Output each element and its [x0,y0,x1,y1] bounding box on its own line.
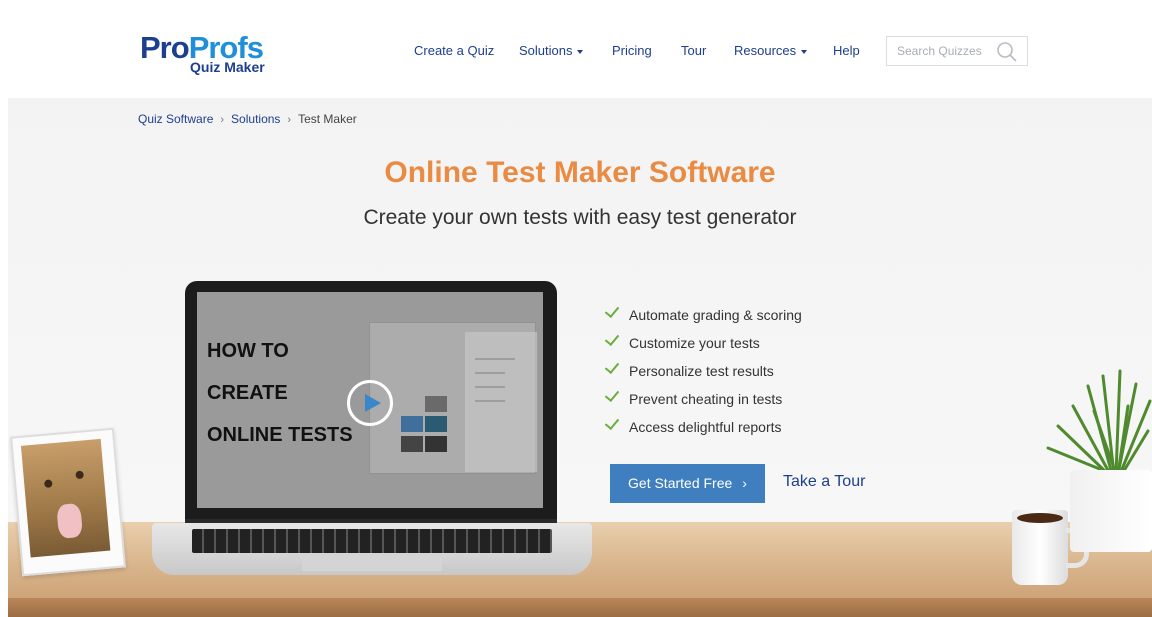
chevron-right-icon: › [742,475,747,491]
desk-edge [8,598,1152,617]
plant-pot [1070,470,1152,552]
dog-photo-frame [10,427,126,577]
video-text-line: CREATE [207,382,288,404]
nav-label: Solutions [519,43,573,58]
feature-item: Personalize test results [604,358,774,379]
dog-eye [75,470,85,480]
nav-label: Pricing [612,43,652,58]
page-subtitle: Create your own tests with easy test gen… [363,206,797,229]
feature-label: Personalize test results [629,363,774,379]
take-a-tour-link[interactable]: Take a Tour [783,473,865,491]
coffee [1017,513,1063,523]
breadcrumb-quiz-software[interactable]: Quiz Software [138,112,213,126]
plant-leaves [1046,369,1152,476]
feature-label: Customize your tests [629,335,760,351]
get-started-label: Get Started Free [628,475,733,491]
nav-label: Create a Quiz [414,43,495,58]
search-icon[interactable] [996,41,1018,68]
video-thumb [425,436,447,452]
laptop: HOW TO CREATE ONLINE TESTS [185,281,557,519]
video-text-line: HOW TO [207,340,289,362]
check-icon [604,414,620,431]
dog-eye [43,479,53,488]
laptop-base [152,523,592,575]
feature-item: Automate grading & scoring [604,302,802,323]
video-thumb [401,416,423,432]
feature-item: Access delightful reports [604,414,782,435]
caret-down-icon [577,49,584,54]
breadcrumb-current: Test Maker [298,112,357,126]
feature-label: Access delightful reports [629,419,782,435]
caret-down-icon [801,49,808,54]
nav-tour[interactable]: Tour [681,43,706,58]
breadcrumb-separator: › [220,114,225,126]
nav-label: Tour [681,43,707,58]
check-icon [604,330,620,347]
get-started-button[interactable]: Get Started Free › [610,464,765,503]
site-header: ProProfs Quiz Maker Create a Quiz Soluti… [0,0,1152,98]
feature-item: Customize your tests [604,330,760,351]
search-box [886,36,1028,66]
nav-solutions[interactable]: Solutions [519,43,584,58]
feature-label: Prevent cheating in tests [629,391,783,407]
hero-section: Quiz Software › Solutions › Test Maker Onlin… [8,98,1152,617]
check-icon [604,358,620,375]
feature-item: Prevent cheating in tests [604,386,783,407]
nav-resources[interactable]: Resources [734,43,808,58]
play-icon[interactable] [347,380,393,426]
video-bg-line [475,372,505,374]
search-input[interactable] [895,43,999,59]
video-thumb [425,396,447,412]
video-bg-line [475,386,505,388]
proprofs-logo[interactable]: ProProfs Quiz Maker [140,30,265,75]
coffee-mug [1012,510,1089,585]
check-icon [604,386,620,403]
feature-label: Automate grading & scoring [629,307,802,323]
laptop-keyboard [192,529,552,553]
video-bg-line [475,358,515,360]
check-icon [604,302,620,319]
nav-pricing[interactable]: Pricing [612,43,652,58]
video-text-line: ONLINE TESTS [207,424,353,446]
breadcrumb-separator: › [287,114,292,126]
page-title: Online Test Maker Software [384,156,776,189]
video-player[interactable]: HOW TO CREATE ONLINE TESTS [197,292,543,508]
logo-text-pro: Pro [140,30,190,65]
video-bg-line [475,400,505,402]
video-bg-panel [465,332,537,472]
dog-tongue [56,502,84,539]
logo-subtitle: Quiz Maker [190,59,265,75]
nav-label: Resources [734,43,797,58]
video-thumb [425,416,447,432]
video-thumb [401,436,423,452]
breadcrumb: Quiz Software › Solutions › Test Maker [138,112,357,126]
dog-photo [20,438,111,558]
nav-label: Help [833,43,860,58]
laptop-trackpad [302,555,442,571]
breadcrumb-solutions[interactable]: Solutions [231,112,280,126]
nav-help[interactable]: Help [833,43,860,58]
nav-create-quiz[interactable]: Create a Quiz [414,43,494,58]
